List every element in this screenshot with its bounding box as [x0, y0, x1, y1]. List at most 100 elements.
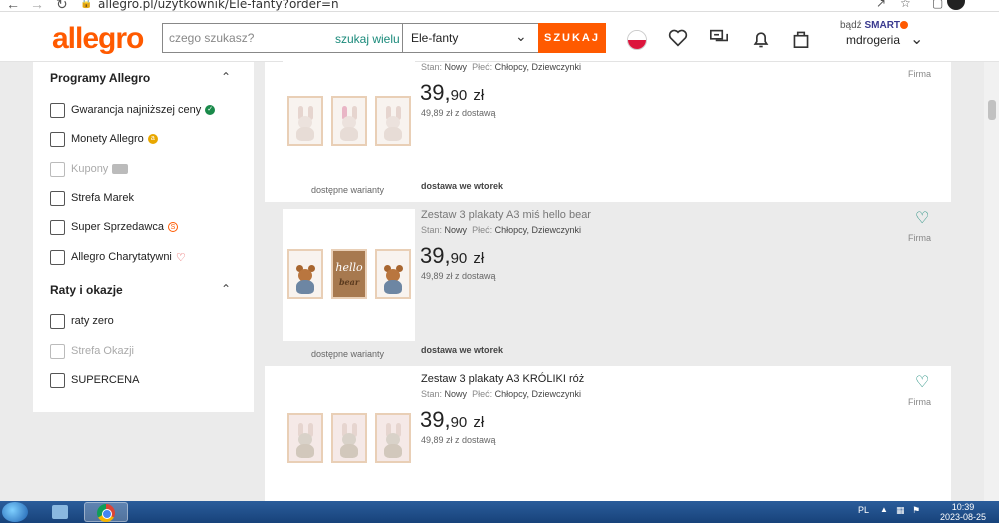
search-input[interactable] [169, 29, 329, 47]
checkbox [50, 161, 65, 177]
search-multi-link[interactable]: szukaj wielu [335, 32, 400, 46]
scrollbar-thumb[interactable] [988, 100, 996, 120]
back-icon[interactable]: ← [6, 0, 20, 11]
price-main: 39, [420, 243, 451, 268]
poster-image [375, 96, 411, 146]
extensions-icon[interactable]: ▢ [932, 0, 943, 10]
filter-label: Allegro Charytatywni [71, 251, 172, 263]
product-thumbnail[interactable]: hello bear [283, 209, 415, 341]
flag-icon[interactable]: ⚑ [912, 505, 920, 516]
product-title[interactable]: Zestaw 3 plakaty A3 KRÓLIKI róż [421, 373, 584, 385]
list-item[interactable]: Zestaw 3 plakaty A3 KRÓLIKI róż Stan: No… [265, 366, 951, 523]
delivery-info: dostawa we wtorek [421, 345, 504, 355]
share-icon[interactable]: ↗ [876, 0, 886, 10]
filter-zero-installments[interactable]: raty zero [50, 313, 114, 329]
filter-supercena[interactable]: SUPERCENA [50, 372, 139, 388]
checkbox[interactable] [50, 372, 65, 388]
messages-icon[interactable] [709, 29, 729, 47]
price-currency: zł [473, 250, 485, 267]
filter-super-seller[interactable]: Super Sprzedawca S [50, 219, 178, 235]
stan-value: Nowy [444, 389, 468, 399]
poster-image [287, 249, 323, 299]
smart-badge[interactable]: bądź SMART [840, 20, 909, 31]
product-thumbnail[interactable] [283, 373, 415, 505]
list-item[interactable]: hello bear Zestaw 3 plakaty A3 miś hello … [265, 202, 951, 366]
checkbox[interactable] [50, 190, 65, 206]
price-currency: zł [473, 414, 485, 431]
price-cents: 90 [450, 414, 468, 431]
filter-charity[interactable]: Allegro Charytatywni ♡ [50, 249, 186, 265]
cart-icon[interactable] [792, 29, 810, 49]
chevron-up-icon[interactable]: ⌃ [221, 70, 231, 84]
checkbox[interactable] [50, 249, 65, 265]
reload-icon[interactable]: ↻ [56, 0, 68, 11]
plec-value: Chłopcy, Dziewczynki [494, 62, 581, 72]
poster-image [331, 413, 367, 463]
taskbar-explorer-icon[interactable] [38, 502, 82, 522]
filter-deals-zone: Strefa Okazji [50, 343, 134, 359]
favorite-heart-icon[interactable]: ♡ [915, 208, 929, 228]
network-icon[interactable]: ▦ [896, 505, 905, 516]
list-item[interactable]: Stan: Nowy Płeć: Chłopcy, Dziewczynki 39… [265, 56, 951, 202]
start-button[interactable] [2, 502, 28, 522]
coin-icon: a [147, 134, 158, 144]
smart-prefix: bądź [840, 20, 862, 31]
chrome-icon [97, 504, 115, 522]
variants-link[interactable]: dostępne warianty [311, 185, 384, 195]
search-button[interactable]: SZUKAJ [538, 23, 606, 53]
profile-avatar[interactable] [947, 0, 965, 10]
price-main: 39, [420, 407, 451, 432]
plec-value: Chłopcy, Dziewczynki [494, 225, 581, 235]
language-indicator[interactable]: PL [858, 505, 869, 515]
checkbox[interactable] [50, 131, 65, 147]
poster-image [375, 249, 411, 299]
user-menu[interactable]: mdrogeria [846, 33, 900, 47]
checkbox[interactable] [50, 219, 65, 235]
filter-label: Gwarancja najniższej ceny [71, 104, 202, 116]
product-thumbnail[interactable] [283, 56, 415, 188]
plec-label: Płeć: [472, 62, 493, 72]
section-title-installments: Raty i okazje [50, 283, 123, 297]
filter-brands[interactable]: Strefa Marek [50, 190, 134, 206]
bookmark-star-icon[interactable]: ☆ [900, 0, 911, 10]
allegro-logo[interactable]: allegro [52, 22, 144, 56]
poster-image [375, 413, 411, 463]
filter-label: Kupony [71, 163, 109, 175]
chevron-down-icon[interactable]: ⌄ [515, 28, 527, 45]
address-bar[interactable]: allegro.pl/uzytkownik/Ele-fanty?order=n [98, 0, 339, 11]
listing-results: Stan: Nowy Płeć: Chłopcy, Dziewczynki 39… [265, 56, 951, 523]
stan-label: Stan: [421, 225, 443, 235]
bell-icon[interactable] [751, 29, 771, 49]
chevron-down-icon[interactable]: ⌄ [910, 29, 923, 49]
poland-flag-icon[interactable] [627, 30, 647, 50]
taskbar-chrome-button[interactable] [84, 502, 128, 522]
poster-image [331, 96, 367, 146]
clock-date: 2023-08-25 [940, 512, 987, 522]
poster-image [287, 413, 323, 463]
system-clock[interactable]: 10:39 2023-08-25 [940, 502, 986, 522]
lock-icon[interactable]: 🔒 [80, 0, 92, 9]
checkbox[interactable] [50, 313, 65, 329]
filter-coins[interactable]: Monety Allegro a [50, 131, 158, 147]
search-divider [402, 24, 403, 52]
seller-type: Firma [908, 69, 931, 79]
favorite-heart-icon[interactable]: ♡ [915, 372, 929, 392]
poster-text: bear [338, 277, 360, 287]
tray-arrow-icon[interactable]: ▲ [880, 505, 888, 514]
product-attributes: Stan: Nowy Płeć: Chłopcy, Dziewczynki [421, 389, 581, 399]
forward-icon[interactable]: → [30, 0, 44, 11]
page-scrollbar[interactable] [984, 62, 999, 502]
stan-value: Nowy [444, 225, 468, 235]
price-currency: zł [473, 87, 485, 104]
heart-icon[interactable] [668, 29, 688, 47]
checkbox[interactable] [50, 102, 65, 118]
filter-guarantee[interactable]: Gwarancja najniższej ceny ✓ [50, 102, 216, 118]
product-title[interactable]: Zestaw 3 plakaty A3 miś hello bear [421, 209, 591, 221]
plec-value: Chłopcy, Dziewczynki [494, 389, 581, 399]
filter-label: Strefa Marek [71, 192, 134, 204]
chevron-up-icon[interactable]: ⌃ [221, 282, 231, 296]
price-with-delivery: 49,89 zł z dostawą [421, 108, 496, 118]
variants-link[interactable]: dostępne warianty [311, 349, 384, 359]
filter-coupons: Kupony [50, 161, 129, 177]
search-scope-select[interactable]: Ele-fanty [411, 31, 458, 45]
